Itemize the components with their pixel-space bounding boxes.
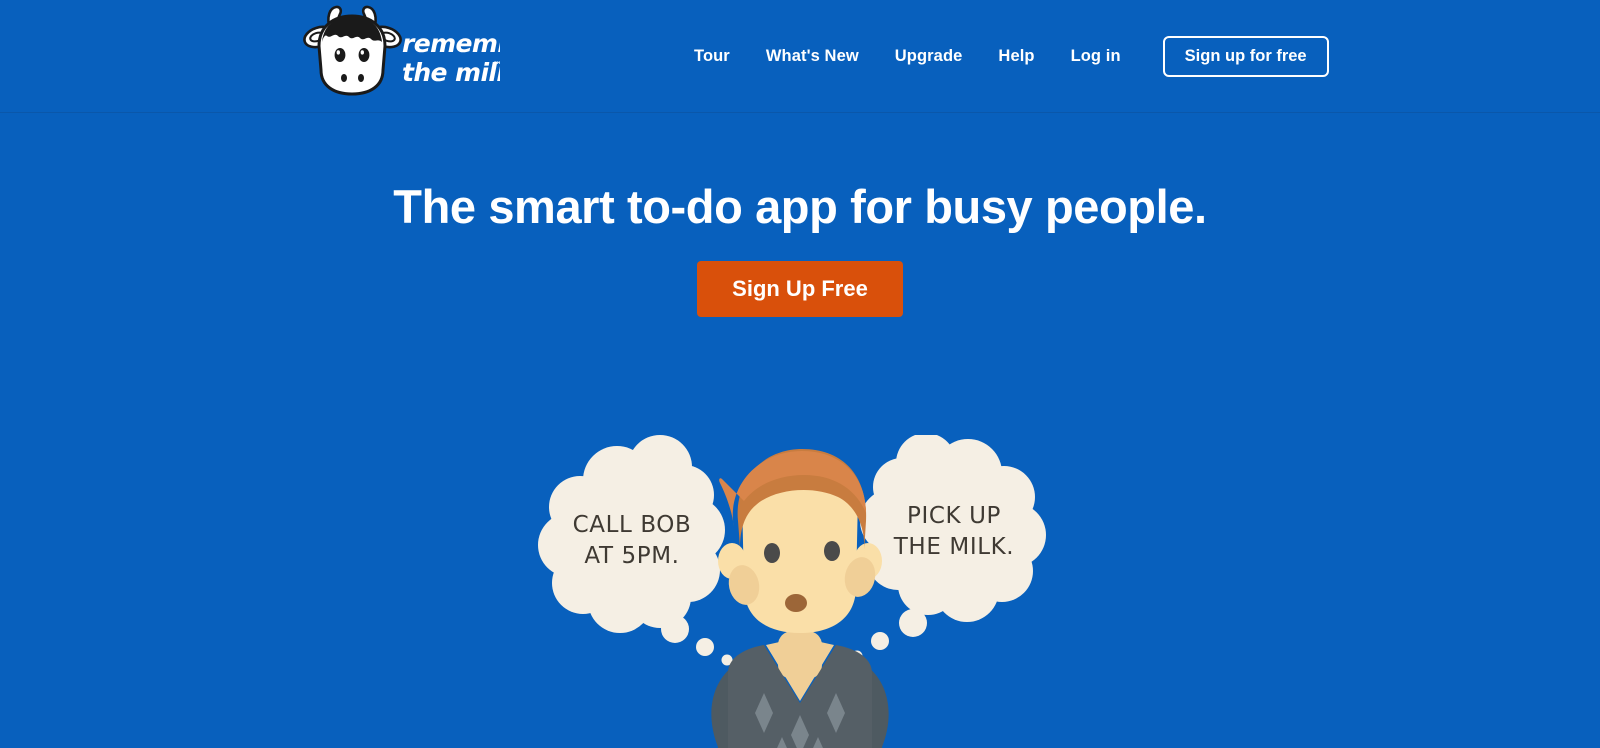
brand-logo[interactable]: remember the milk ™: [300, 4, 546, 100]
left-trail-dot-2: [696, 638, 714, 656]
right-thought-bubble: PICK UP THE MILK.: [851, 435, 1046, 662]
nav-tour[interactable]: Tour: [676, 39, 748, 74]
cta-container: Sign Up Free: [0, 260, 1600, 317]
signup-for-free-button[interactable]: Sign up for free: [1162, 36, 1329, 77]
right-trail-dot-2: [871, 632, 889, 650]
main-navigation: Tour What's New Upgrade Help Log in Sign…: [676, 0, 1329, 113]
svg-text:the milk: the milk: [402, 58, 500, 87]
left-bubble-line2: AT 5PM.: [584, 543, 679, 569]
nav-whats-new[interactable]: What's New: [748, 39, 877, 74]
nav-login[interactable]: Log in: [1053, 39, 1139, 74]
right-trail-dot-1: [899, 609, 927, 637]
character-illustration: [711, 449, 889, 748]
svg-text:™: ™: [493, 61, 500, 71]
page-title: The smart to-do app for busy people.: [393, 180, 1207, 233]
nav-upgrade[interactable]: Upgrade: [877, 39, 981, 74]
hero-illustration: CALL BOB AT 5PM. PICK UP THE MILK.: [520, 435, 1080, 748]
left-bubble-line1: CALL BOB: [573, 512, 692, 538]
left-thought-bubble: CALL BOB AT 5PM.: [538, 435, 733, 666]
right-bubble-line2: THE MILK.: [893, 534, 1014, 560]
sign-up-free-button[interactable]: Sign Up Free: [697, 260, 903, 317]
cow-logo-icon: remember the milk ™: [303, 5, 546, 96]
hero-section: The smart to-do app for busy people. Sig…: [0, 113, 1600, 748]
nav-help[interactable]: Help: [980, 39, 1052, 74]
right-bubble-line1: PICK UP: [907, 503, 1001, 529]
left-trail-dot-1: [661, 615, 689, 643]
site-header: remember the milk ™ Tour What's New Upgr…: [0, 0, 1600, 113]
svg-text:remember: remember: [402, 29, 500, 58]
